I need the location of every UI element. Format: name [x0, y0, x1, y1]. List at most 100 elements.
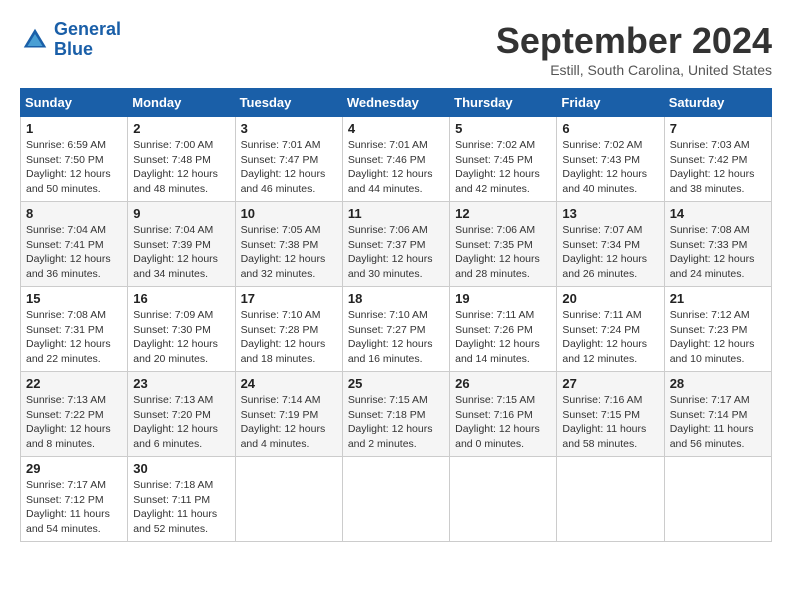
day-number: 23 [133, 376, 229, 391]
table-cell: 19 Sunrise: 7:11 AMSunset: 7:26 PMDaylig… [450, 287, 557, 372]
day-info: Sunrise: 7:10 AMSunset: 7:27 PMDaylight:… [348, 309, 433, 365]
day-info: Sunrise: 7:10 AMSunset: 7:28 PMDaylight:… [241, 309, 326, 365]
day-number: 19 [455, 291, 551, 306]
logo-icon [20, 25, 50, 55]
table-cell: 4 Sunrise: 7:01 AMSunset: 7:46 PMDayligh… [342, 117, 449, 202]
table-cell: 21 Sunrise: 7:12 AMSunset: 7:23 PMDaylig… [664, 287, 771, 372]
day-info: Sunrise: 7:08 AMSunset: 7:33 PMDaylight:… [670, 224, 755, 280]
table-cell: 28 Sunrise: 7:17 AMSunset: 7:14 PMDaylig… [664, 372, 771, 457]
day-number: 25 [348, 376, 444, 391]
day-number: 18 [348, 291, 444, 306]
week-row: 1 Sunrise: 6:59 AMSunset: 7:50 PMDayligh… [21, 117, 772, 202]
day-info: Sunrise: 7:18 AMSunset: 7:11 PMDaylight:… [133, 479, 217, 535]
day-info: Sunrise: 7:07 AMSunset: 7:34 PMDaylight:… [562, 224, 647, 280]
day-number: 6 [562, 121, 658, 136]
day-info: Sunrise: 7:09 AMSunset: 7:30 PMDaylight:… [133, 309, 218, 365]
week-row: 15 Sunrise: 7:08 AMSunset: 7:31 PMDaylig… [21, 287, 772, 372]
day-info: Sunrise: 6:59 AMSunset: 7:50 PMDaylight:… [26, 139, 111, 195]
day-info: Sunrise: 7:04 AMSunset: 7:39 PMDaylight:… [133, 224, 218, 280]
table-cell: 2 Sunrise: 7:00 AMSunset: 7:48 PMDayligh… [128, 117, 235, 202]
day-number: 3 [241, 121, 337, 136]
day-number: 27 [562, 376, 658, 391]
table-cell: 25 Sunrise: 7:15 AMSunset: 7:18 PMDaylig… [342, 372, 449, 457]
table-cell: 16 Sunrise: 7:09 AMSunset: 7:30 PMDaylig… [128, 287, 235, 372]
day-info: Sunrise: 7:08 AMSunset: 7:31 PMDaylight:… [26, 309, 111, 365]
day-number: 29 [26, 461, 122, 476]
table-cell: 24 Sunrise: 7:14 AMSunset: 7:19 PMDaylig… [235, 372, 342, 457]
table-cell: 20 Sunrise: 7:11 AMSunset: 7:24 PMDaylig… [557, 287, 664, 372]
header: General Blue September 2024 Estill, Sout… [20, 20, 772, 78]
day-info: Sunrise: 7:14 AMSunset: 7:19 PMDaylight:… [241, 394, 326, 450]
day-info: Sunrise: 7:03 AMSunset: 7:42 PMDaylight:… [670, 139, 755, 195]
day-info: Sunrise: 7:11 AMSunset: 7:26 PMDaylight:… [455, 309, 540, 365]
logo: General Blue [20, 20, 121, 60]
day-number: 14 [670, 206, 766, 221]
day-info: Sunrise: 7:11 AMSunset: 7:24 PMDaylight:… [562, 309, 647, 365]
day-info: Sunrise: 7:15 AMSunset: 7:16 PMDaylight:… [455, 394, 540, 450]
day-number: 7 [670, 121, 766, 136]
logo-blue: Blue [54, 39, 93, 59]
col-wednesday: Wednesday [342, 89, 449, 117]
table-cell: 10 Sunrise: 7:05 AMSunset: 7:38 PMDaylig… [235, 202, 342, 287]
table-cell: 18 Sunrise: 7:10 AMSunset: 7:27 PMDaylig… [342, 287, 449, 372]
table-cell: 13 Sunrise: 7:07 AMSunset: 7:34 PMDaylig… [557, 202, 664, 287]
table-cell: 26 Sunrise: 7:15 AMSunset: 7:16 PMDaylig… [450, 372, 557, 457]
table-cell: 30 Sunrise: 7:18 AMSunset: 7:11 PMDaylig… [128, 457, 235, 542]
day-number: 15 [26, 291, 122, 306]
logo-text: General Blue [54, 20, 121, 60]
week-row: 29 Sunrise: 7:17 AMSunset: 7:12 PMDaylig… [21, 457, 772, 542]
day-info: Sunrise: 7:00 AMSunset: 7:48 PMDaylight:… [133, 139, 218, 195]
table-cell: 6 Sunrise: 7:02 AMSunset: 7:43 PMDayligh… [557, 117, 664, 202]
table-cell [557, 457, 664, 542]
day-info: Sunrise: 7:17 AMSunset: 7:14 PMDaylight:… [670, 394, 754, 450]
col-monday: Monday [128, 89, 235, 117]
day-number: 13 [562, 206, 658, 221]
table-cell: 5 Sunrise: 7:02 AMSunset: 7:45 PMDayligh… [450, 117, 557, 202]
day-info: Sunrise: 7:12 AMSunset: 7:23 PMDaylight:… [670, 309, 755, 365]
day-info: Sunrise: 7:01 AMSunset: 7:46 PMDaylight:… [348, 139, 433, 195]
calendar-table: Sunday Monday Tuesday Wednesday Thursday… [20, 88, 772, 542]
table-cell [664, 457, 771, 542]
day-info: Sunrise: 7:06 AMSunset: 7:37 PMDaylight:… [348, 224, 433, 280]
day-info: Sunrise: 7:15 AMSunset: 7:18 PMDaylight:… [348, 394, 433, 450]
table-cell [235, 457, 342, 542]
day-number: 1 [26, 121, 122, 136]
day-info: Sunrise: 7:13 AMSunset: 7:20 PMDaylight:… [133, 394, 218, 450]
day-number: 22 [26, 376, 122, 391]
day-number: 20 [562, 291, 658, 306]
day-number: 26 [455, 376, 551, 391]
table-cell: 7 Sunrise: 7:03 AMSunset: 7:42 PMDayligh… [664, 117, 771, 202]
page-container: General Blue September 2024 Estill, Sout… [20, 20, 772, 542]
day-info: Sunrise: 7:04 AMSunset: 7:41 PMDaylight:… [26, 224, 111, 280]
table-cell: 15 Sunrise: 7:08 AMSunset: 7:31 PMDaylig… [21, 287, 128, 372]
day-info: Sunrise: 7:17 AMSunset: 7:12 PMDaylight:… [26, 479, 110, 535]
day-number: 4 [348, 121, 444, 136]
table-cell: 11 Sunrise: 7:06 AMSunset: 7:37 PMDaylig… [342, 202, 449, 287]
day-info: Sunrise: 7:05 AMSunset: 7:38 PMDaylight:… [241, 224, 326, 280]
day-number: 21 [670, 291, 766, 306]
day-info: Sunrise: 7:02 AMSunset: 7:45 PMDaylight:… [455, 139, 540, 195]
month-title: September 2024 [496, 20, 772, 62]
table-cell [342, 457, 449, 542]
table-cell: 17 Sunrise: 7:10 AMSunset: 7:28 PMDaylig… [235, 287, 342, 372]
table-cell: 12 Sunrise: 7:06 AMSunset: 7:35 PMDaylig… [450, 202, 557, 287]
day-info: Sunrise: 7:01 AMSunset: 7:47 PMDaylight:… [241, 139, 326, 195]
day-number: 28 [670, 376, 766, 391]
day-number: 30 [133, 461, 229, 476]
day-info: Sunrise: 7:06 AMSunset: 7:35 PMDaylight:… [455, 224, 540, 280]
col-thursday: Thursday [450, 89, 557, 117]
day-number: 11 [348, 206, 444, 221]
table-cell: 8 Sunrise: 7:04 AMSunset: 7:41 PMDayligh… [21, 202, 128, 287]
header-row: Sunday Monday Tuesday Wednesday Thursday… [21, 89, 772, 117]
day-number: 10 [241, 206, 337, 221]
table-cell: 23 Sunrise: 7:13 AMSunset: 7:20 PMDaylig… [128, 372, 235, 457]
logo-general: General [54, 19, 121, 39]
week-row: 8 Sunrise: 7:04 AMSunset: 7:41 PMDayligh… [21, 202, 772, 287]
table-cell: 3 Sunrise: 7:01 AMSunset: 7:47 PMDayligh… [235, 117, 342, 202]
day-info: Sunrise: 7:02 AMSunset: 7:43 PMDaylight:… [562, 139, 647, 195]
day-number: 2 [133, 121, 229, 136]
day-number: 17 [241, 291, 337, 306]
table-cell: 29 Sunrise: 7:17 AMSunset: 7:12 PMDaylig… [21, 457, 128, 542]
day-number: 16 [133, 291, 229, 306]
location-subtitle: Estill, South Carolina, United States [496, 62, 772, 78]
